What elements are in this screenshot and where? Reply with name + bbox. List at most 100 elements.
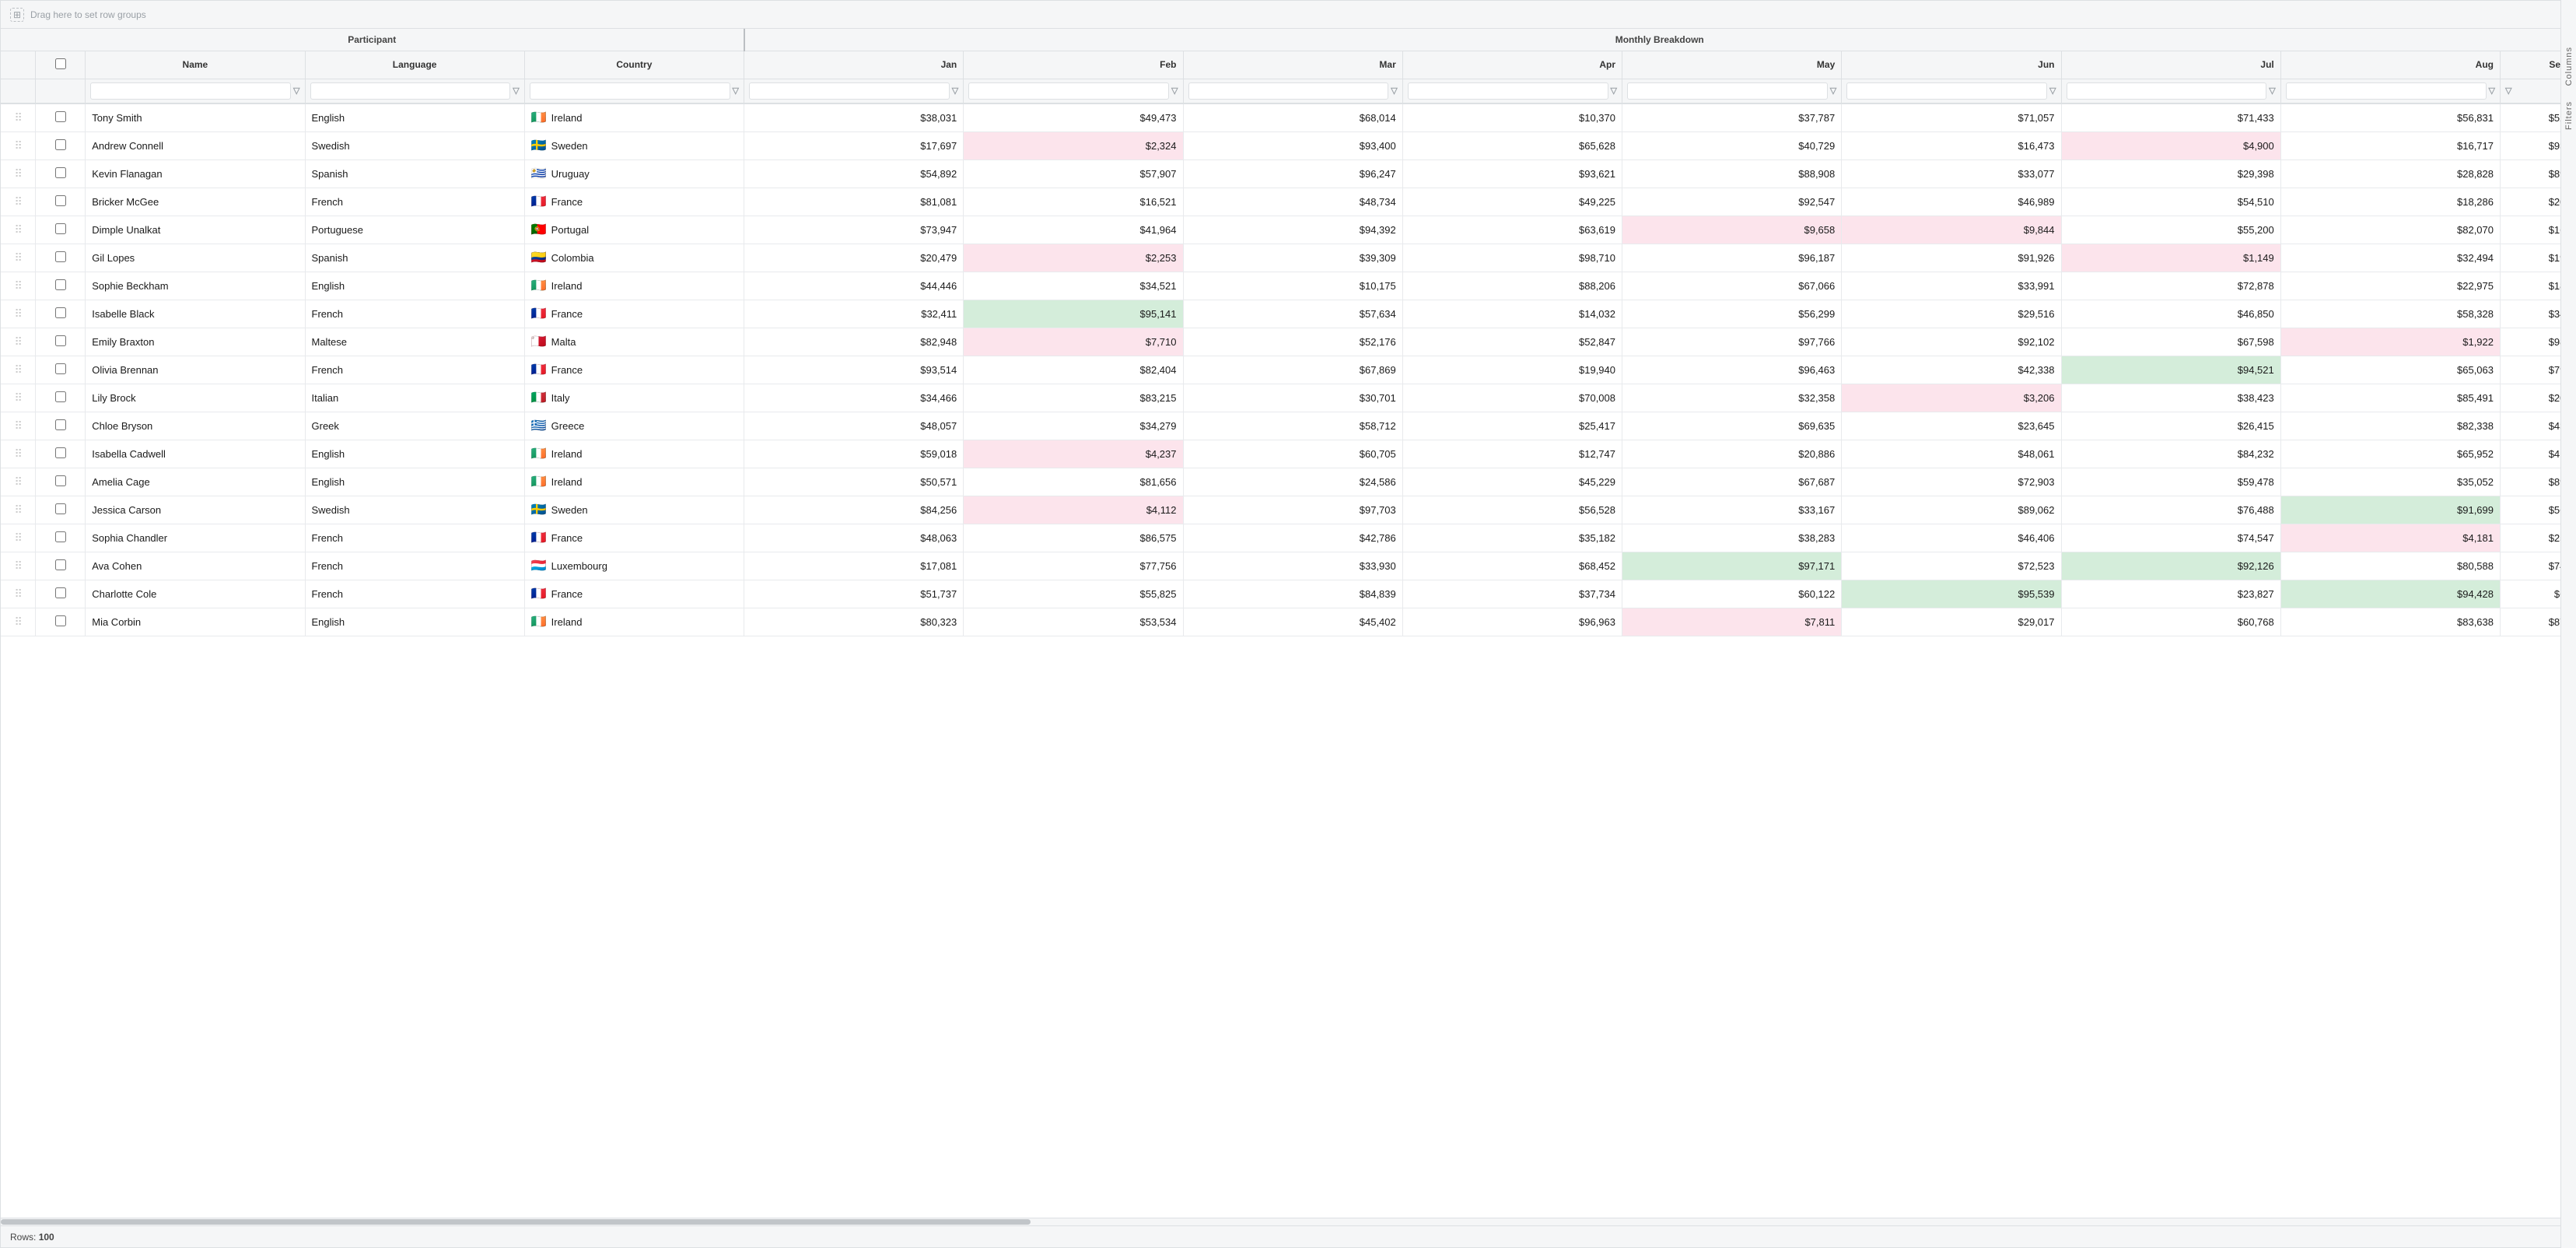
drag-handle[interactable]: ⠿: [1, 496, 36, 524]
row-checkbox[interactable]: [55, 167, 66, 178]
horizontal-scrollbar[interactable]: [1, 1218, 2575, 1225]
row-checkbox[interactable]: [55, 559, 66, 570]
row-checkbox[interactable]: [55, 335, 66, 346]
filter-country[interactable]: ▽: [524, 79, 744, 103]
col-language-header[interactable]: Language: [305, 51, 524, 79]
scrollbar-thumb[interactable]: [1, 1219, 1031, 1225]
filter-apr-input[interactable]: [1408, 82, 1608, 100]
drag-handle[interactable]: ⠿: [1, 356, 36, 384]
filter-aug-icon[interactable]: ▽: [2489, 86, 2495, 96]
select-all-checkbox[interactable]: [55, 58, 66, 69]
filter-name-icon[interactable]: ▽: [293, 86, 299, 96]
filter-language-icon[interactable]: ▽: [513, 86, 519, 96]
row-checkbox-cell[interactable]: [36, 160, 86, 188]
row-checkbox-cell[interactable]: [36, 272, 86, 300]
filter-jun-input[interactable]: [1846, 82, 2047, 100]
col-apr-header[interactable]: Apr: [1402, 51, 1622, 79]
filter-name[interactable]: ▽: [86, 79, 305, 103]
drag-handle[interactable]: ⠿: [1, 300, 36, 328]
filter-may-icon[interactable]: ▽: [1830, 86, 1836, 96]
col-country-header[interactable]: Country: [524, 51, 744, 79]
drag-handle[interactable]: ⠿: [1, 468, 36, 496]
row-checkbox-cell[interactable]: [36, 131, 86, 160]
filter-aug[interactable]: ▽: [2280, 79, 2500, 103]
row-checkbox[interactable]: [55, 587, 66, 598]
col-mar-header[interactable]: Mar: [1183, 51, 1402, 79]
row-checkbox[interactable]: [55, 223, 66, 234]
col-aug-header[interactable]: Aug: [2280, 51, 2500, 79]
row-checkbox-cell[interactable]: [36, 440, 86, 468]
col-check-header[interactable]: [36, 51, 86, 79]
drag-handle[interactable]: ⠿: [1, 272, 36, 300]
row-checkbox[interactable]: [55, 111, 66, 122]
filter-feb[interactable]: ▽: [964, 79, 1183, 103]
col-name-header[interactable]: Name: [86, 51, 305, 79]
row-checkbox-cell[interactable]: [36, 384, 86, 412]
filter-jun-icon[interactable]: ▽: [2049, 86, 2056, 96]
row-checkbox[interactable]: [55, 615, 66, 626]
filter-may-input[interactable]: [1627, 82, 1828, 100]
col-jul-header[interactable]: Jul: [2061, 51, 2280, 79]
col-may-header[interactable]: May: [1622, 51, 1842, 79]
row-checkbox-cell[interactable]: [36, 216, 86, 244]
filter-may[interactable]: ▽: [1622, 79, 1842, 103]
drag-handle[interactable]: ⠿: [1, 160, 36, 188]
row-checkbox-cell[interactable]: [36, 356, 86, 384]
row-checkbox[interactable]: [55, 391, 66, 402]
drag-handle[interactable]: ⠿: [1, 131, 36, 160]
drag-handle[interactable]: ⠿: [1, 216, 36, 244]
drag-handle[interactable]: ⠿: [1, 524, 36, 552]
row-checkbox-cell[interactable]: [36, 496, 86, 524]
filter-jan-input[interactable]: [749, 82, 950, 100]
drag-handle[interactable]: ⠿: [1, 580, 36, 608]
drag-handle[interactable]: ⠿: [1, 552, 36, 580]
row-checkbox-cell[interactable]: [36, 188, 86, 216]
row-checkbox-cell[interactable]: [36, 524, 86, 552]
drag-handle[interactable]: ⠿: [1, 440, 36, 468]
filter-language-input[interactable]: [310, 82, 511, 100]
row-checkbox-cell[interactable]: [36, 300, 86, 328]
drag-handle[interactable]: ⠿: [1, 384, 36, 412]
filter-jul[interactable]: ▽: [2061, 79, 2280, 103]
filter-mar[interactable]: ▽: [1183, 79, 1402, 103]
row-checkbox-cell[interactable]: [36, 328, 86, 356]
filter-apr[interactable]: ▽: [1402, 79, 1622, 103]
filter-jan[interactable]: ▽: [744, 79, 964, 103]
columns-sidebar-tab[interactable]: Columns: [2564, 47, 2574, 86]
row-checkbox[interactable]: [55, 139, 66, 150]
filter-language[interactable]: ▽: [305, 79, 524, 103]
drag-handle[interactable]: ⠿: [1, 412, 36, 440]
filter-aug-input[interactable]: [2286, 82, 2487, 100]
row-checkbox-cell[interactable]: [36, 244, 86, 272]
col-jun-header[interactable]: Jun: [1842, 51, 2061, 79]
drag-handle[interactable]: ⠿: [1, 103, 36, 131]
drag-handle[interactable]: ⠿: [1, 328, 36, 356]
row-checkbox[interactable]: [55, 475, 66, 486]
row-checkbox-cell[interactable]: [36, 608, 86, 636]
row-checkbox[interactable]: [55, 279, 66, 290]
filter-mar-icon[interactable]: ▽: [1391, 86, 1397, 96]
row-checkbox[interactable]: [55, 307, 66, 318]
row-checkbox[interactable]: [55, 419, 66, 430]
row-checkbox[interactable]: [55, 363, 66, 374]
filter-jul-input[interactable]: [2067, 82, 2267, 100]
filter-feb-icon[interactable]: ▽: [1171, 86, 1178, 96]
col-feb-header[interactable]: Feb: [964, 51, 1183, 79]
row-checkbox[interactable]: [55, 195, 66, 206]
filter-feb-input[interactable]: [968, 82, 1169, 100]
row-checkbox-cell[interactable]: [36, 552, 86, 580]
col-jan-header[interactable]: Jan: [744, 51, 964, 79]
filter-mar-input[interactable]: [1188, 82, 1389, 100]
row-checkbox[interactable]: [55, 531, 66, 542]
filter-apr-icon[interactable]: ▽: [1611, 86, 1617, 96]
drag-handle[interactable]: ⠿: [1, 244, 36, 272]
row-checkbox-cell[interactable]: [36, 580, 86, 608]
row-checkbox-cell[interactable]: [36, 103, 86, 131]
filter-sep-icon[interactable]: ▽: [2505, 86, 2511, 96]
row-checkbox[interactable]: [55, 447, 66, 458]
filter-country-icon[interactable]: ▽: [733, 86, 739, 96]
drag-handle[interactable]: ⠿: [1, 608, 36, 636]
table-container[interactable]: Participant Monthly Breakdown Name: [1, 29, 2575, 1218]
filters-sidebar-tab[interactable]: Filters: [2564, 101, 2574, 130]
filter-country-input[interactable]: [530, 82, 730, 100]
